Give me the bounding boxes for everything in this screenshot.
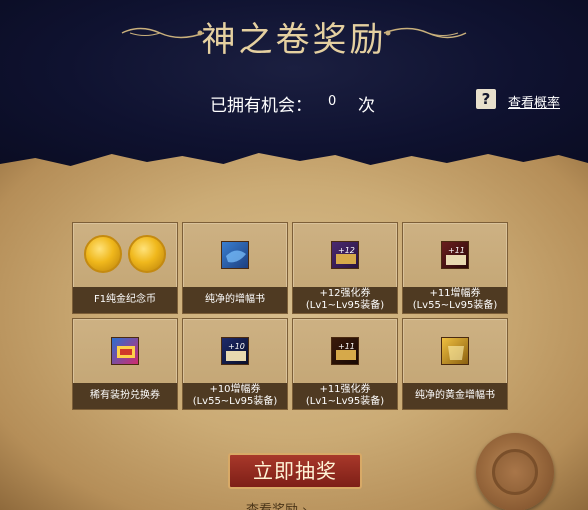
reward-label: +11增幅券 (Lv55~Lv95装备)	[403, 287, 507, 313]
reward-label: 稀有装扮兑换券	[73, 383, 177, 409]
svg-text:+12: +12	[338, 246, 355, 255]
amplify-ticket-11-icon: +11	[441, 241, 469, 269]
reward-item[interactable]: F1纯金纪念币	[72, 222, 178, 314]
reward-label: 纯净的黄金增幅书	[403, 383, 507, 409]
svg-text:+10: +10	[228, 342, 245, 351]
draw-now-button[interactable]: 立即抽奖	[228, 453, 362, 489]
reward-item[interactable]: 稀有装扮兑换券	[72, 318, 178, 410]
page-title: 神之卷奖励	[201, 20, 387, 60]
reward-item[interactable]: +11 +11强化券 (Lv1~Lv95装备)	[292, 318, 398, 410]
header-banner: 神之卷奖励 已拥有机会： 0 次 ? 查看概率	[0, 0, 588, 170]
view-probability-link[interactable]: 查看概率	[508, 92, 560, 111]
enhance-ticket-12-icon: +12	[331, 241, 359, 269]
view-rewards-link[interactable]: 查看奖励 ›	[246, 499, 307, 510]
reward-item[interactable]: +12 +12强化券 (Lv1~Lv95装备)	[292, 222, 398, 314]
reward-label: +12强化券 (Lv1~Lv95装备)	[293, 287, 397, 313]
gold-book-icon	[441, 337, 469, 365]
reward-item[interactable]: +10 +10增幅券 (Lv55~Lv95装备)	[182, 318, 288, 410]
reward-label: +11强化券 (Lv1~Lv95装备)	[293, 383, 397, 409]
chance-unit: 次	[358, 96, 375, 116]
svg-text:+11: +11	[338, 342, 355, 351]
enhance-ticket-11-icon: +11	[331, 337, 359, 365]
amplify-ticket-10-icon: +10	[221, 337, 249, 365]
reward-label: 纯净的增幅书	[183, 287, 287, 313]
reward-label: F1纯金纪念币	[73, 287, 177, 313]
gold-coin-icon	[84, 235, 122, 273]
rare-costume-ticket-icon	[111, 337, 139, 365]
reward-item[interactable]: +11 +11增幅券 (Lv55~Lv95装备)	[402, 222, 508, 314]
reward-item[interactable]: 纯净的增幅书	[182, 222, 288, 314]
reward-grid: F1纯金纪念币 纯净的增幅书 +12 +12强化券 (Lv1~Lv95装备) +…	[72, 222, 512, 412]
ornament-right-icon	[383, 27, 467, 39]
wax-seal-icon	[476, 433, 554, 510]
reward-label: +10增幅券 (Lv55~Lv95装备)	[183, 383, 287, 409]
help-icon[interactable]: ?	[476, 89, 496, 109]
reward-item[interactable]: 纯净的黄金增幅书	[402, 318, 508, 410]
svg-text:+11: +11	[448, 246, 465, 255]
chance-label: 已拥有机会：	[210, 96, 312, 116]
chance-count: 0	[328, 94, 337, 109]
blue-book-icon	[221, 241, 249, 269]
gold-coin-icon	[128, 235, 166, 273]
